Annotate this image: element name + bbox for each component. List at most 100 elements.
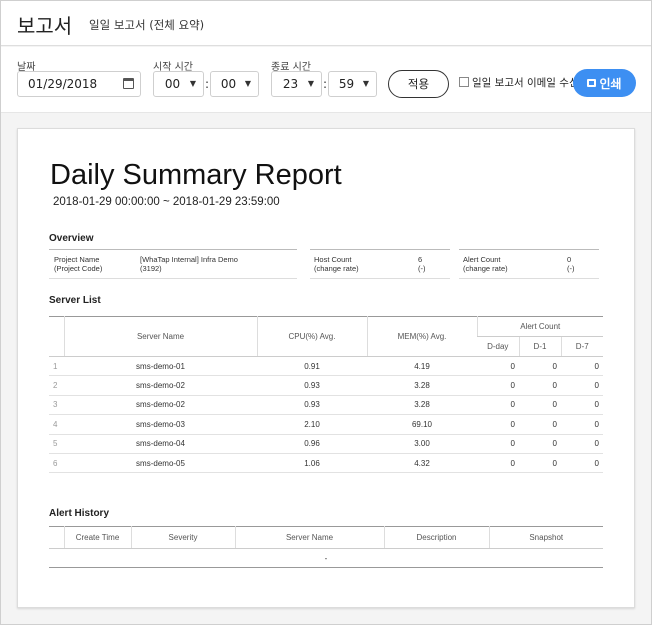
d7-cell: 0 bbox=[561, 414, 603, 435]
server-table: Server Name CPU(%) Avg. MEM(%) Avg. Aler… bbox=[49, 316, 603, 474]
email-checkbox-label[interactable]: 일일 보고서 이메일 수신 bbox=[472, 75, 579, 90]
chevron-down-icon: ▼ bbox=[307, 79, 314, 88]
overview-host: Host Count (change rate) 6 (-) bbox=[310, 249, 450, 279]
alert-rate-label: (change rate) bbox=[463, 264, 508, 273]
start-hour-select[interactable]: 00 ▼ bbox=[153, 71, 204, 97]
report-date-range: 2018-01-29 00:00:00 ~ 2018-01-29 23:59:0… bbox=[53, 196, 280, 208]
index-column-header bbox=[49, 316, 64, 357]
server-name-cell: sms-demo-01 bbox=[64, 356, 257, 377]
calendar-icon[interactable] bbox=[123, 78, 134, 89]
d7-cell: 0 bbox=[561, 453, 603, 474]
create-time-column-header: Create Time bbox=[63, 526, 131, 549]
table-row: 4 sms-demo-03 2.10 69.10 0 0 0 bbox=[49, 414, 603, 435]
table-row: 2 sms-demo-02 0.93 3.28 0 0 0 bbox=[49, 375, 603, 396]
mem-cell: 3.28 bbox=[367, 375, 477, 396]
end-minute-value: 59 bbox=[338, 77, 355, 91]
d1-cell: 0 bbox=[519, 453, 561, 474]
host-rate-label: (change rate) bbox=[314, 264, 359, 273]
print-button[interactable]: 인쇄 bbox=[573, 69, 636, 97]
dday-cell: 0 bbox=[477, 414, 519, 435]
d1-cell: 0 bbox=[519, 375, 561, 396]
row-index: 2 bbox=[49, 375, 64, 396]
d7-cell: 0 bbox=[561, 434, 603, 454]
severity-column-header: Severity bbox=[130, 526, 235, 549]
dday-cell: 0 bbox=[477, 434, 519, 454]
d1-column-header: D-1 bbox=[518, 336, 561, 357]
dday-cell: 0 bbox=[477, 395, 519, 416]
host-rate-value: (-) bbox=[418, 264, 426, 273]
project-code-label: (Project Code) bbox=[54, 264, 103, 273]
index-column-header bbox=[49, 526, 64, 549]
mem-cell: 69.10 bbox=[367, 414, 477, 435]
d7-cell: 0 bbox=[561, 395, 603, 416]
apply-button[interactable]: 적용 bbox=[388, 70, 449, 98]
cpu-cell: 0.96 bbox=[257, 434, 367, 454]
chevron-down-icon: ▼ bbox=[244, 79, 251, 88]
alert-rate-value: (-) bbox=[567, 264, 575, 273]
server-name-cell: sms-demo-02 bbox=[64, 375, 257, 396]
server-name-cell: sms-demo-03 bbox=[64, 414, 257, 435]
mem-cell: 4.19 bbox=[367, 356, 477, 377]
row-index: 6 bbox=[49, 453, 64, 474]
server-name-column-header: Server Name bbox=[234, 526, 384, 549]
dday-cell: 0 bbox=[477, 453, 519, 474]
table-row: - bbox=[49, 548, 603, 569]
row-index: 4 bbox=[49, 414, 64, 435]
cpu-cell: 0.91 bbox=[257, 356, 367, 377]
end-hour-value: 23 bbox=[282, 77, 299, 91]
dday-cell: 0 bbox=[477, 356, 519, 377]
snapshot-column-header: Snapshot bbox=[488, 526, 603, 549]
row-index: 3 bbox=[49, 395, 64, 416]
start-minute-select[interactable]: 00 ▼ bbox=[210, 71, 259, 97]
chevron-down-icon: ▼ bbox=[189, 79, 196, 88]
filter-bar: 날짜 01/29/2018 시작 시간 00 ▼ : 00 ▼ 종료 시간 23… bbox=[1, 47, 651, 113]
alert-count-column-header: Alert Count bbox=[476, 316, 603, 337]
server-list-heading: Server List bbox=[49, 295, 101, 306]
d1-cell: 0 bbox=[519, 395, 561, 416]
app-window: 보고서 일일 보고서 (전체 요약) 날짜 01/29/2018 시작 시간 0… bbox=[0, 0, 652, 625]
table-row: 1 sms-demo-01 0.91 4.19 0 0 0 bbox=[49, 356, 603, 377]
start-hour-value: 00 bbox=[164, 77, 181, 91]
overview-project: Project Name (Project Code) [WhaTap Inte… bbox=[49, 249, 297, 279]
d1-cell: 0 bbox=[519, 356, 561, 377]
d7-column-header: D-7 bbox=[560, 336, 603, 357]
description-column-header: Description bbox=[383, 526, 489, 549]
server-name-cell: sms-demo-02 bbox=[64, 395, 257, 416]
overview-alert: Alert Count (change rate) 0 (-) bbox=[459, 249, 599, 279]
mem-cell: 3.28 bbox=[367, 395, 477, 416]
cpu-cell: 1.06 bbox=[257, 453, 367, 474]
chevron-down-icon: ▼ bbox=[362, 79, 369, 88]
row-index: 1 bbox=[49, 356, 64, 377]
date-input[interactable]: 01/29/2018 bbox=[17, 71, 141, 97]
project-code-value: (3192) bbox=[140, 264, 162, 273]
dday-column-header: D-day bbox=[477, 336, 519, 357]
row-index: 5 bbox=[49, 434, 64, 454]
d1-cell: 0 bbox=[519, 414, 561, 435]
table-row: 3 sms-demo-02 0.93 3.28 0 0 0 bbox=[49, 395, 603, 416]
cpu-column-header: CPU(%) Avg. bbox=[256, 316, 367, 357]
page-header: 보고서 일일 보고서 (전체 요약) bbox=[1, 1, 651, 46]
cpu-cell: 2.10 bbox=[257, 414, 367, 435]
dday-cell: 0 bbox=[477, 375, 519, 396]
server-name-column-header: Server Name bbox=[63, 316, 257, 357]
table-row: 6 sms-demo-05 1.06 4.32 0 0 0 bbox=[49, 453, 603, 474]
d7-cell: 0 bbox=[561, 356, 603, 377]
table-row: 5 sms-demo-04 0.96 3.00 0 0 0 bbox=[49, 434, 603, 454]
cpu-cell: 0.93 bbox=[257, 375, 367, 396]
mem-cell: 4.32 bbox=[367, 453, 477, 474]
server-name-cell: sms-demo-04 bbox=[64, 434, 257, 454]
end-hour-select[interactable]: 23 ▼ bbox=[271, 71, 322, 97]
page-title: 보고서 bbox=[17, 14, 73, 38]
email-checkbox[interactable] bbox=[459, 77, 469, 87]
alert-history-table: Create Time Severity Server Name Descrip… bbox=[49, 526, 603, 569]
print-label: 인쇄 bbox=[599, 76, 622, 91]
d1-cell: 0 bbox=[519, 434, 561, 454]
server-name-cell: sms-demo-05 bbox=[64, 453, 257, 474]
time-separator: : bbox=[205, 77, 210, 91]
empty-row: - bbox=[49, 548, 603, 569]
end-minute-select[interactable]: 59 ▼ bbox=[328, 71, 377, 97]
date-value: 01/29/2018 bbox=[28, 77, 98, 91]
mem-cell: 3.00 bbox=[367, 434, 477, 454]
page-subtitle: 일일 보고서 (전체 요약) bbox=[89, 18, 205, 32]
start-minute-value: 00 bbox=[220, 77, 237, 91]
